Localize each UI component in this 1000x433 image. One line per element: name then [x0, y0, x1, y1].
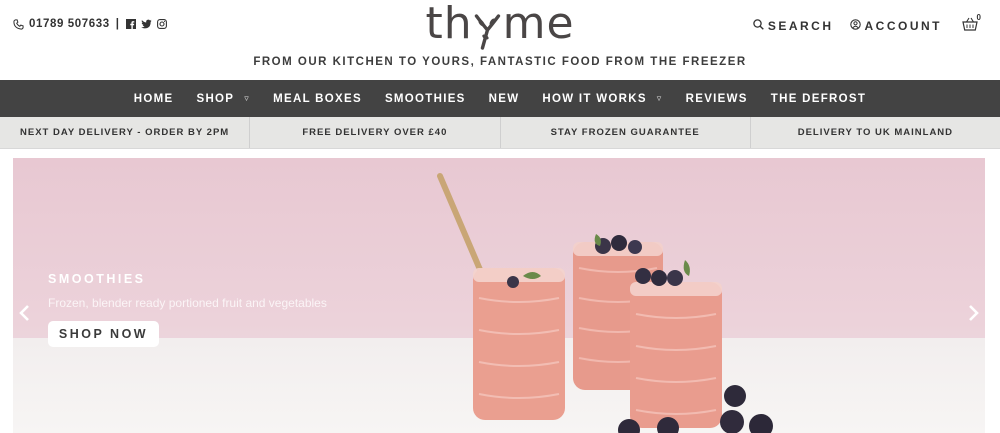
usp-bar: NEXT DAY DELIVERY - ORDER BY 2PM FREE DE… — [0, 117, 1000, 149]
phone-icon — [13, 18, 24, 30]
chevron-down-icon: ▿ — [656, 93, 663, 103]
search-icon — [753, 18, 764, 33]
carousel-prev-icon[interactable] — [18, 304, 32, 322]
main-navigation: HOME SHOP ▿ MEAL BOXES SMOOTHIES NEW HOW … — [0, 80, 1000, 117]
basket-button[interactable]: 0 — [962, 13, 981, 34]
hero-title: SMOOTHIES — [48, 272, 146, 286]
nav-home[interactable]: HOME — [134, 93, 174, 105]
site-header: 01789 507633 | th me FROM OUR KITCHEN TO … — [0, 0, 1000, 80]
logo-text-right: me — [502, 0, 575, 49]
hero-carousel: SMOOTHIES Frozen, blender ready portione… — [13, 158, 985, 433]
usp-next-day-delivery: NEXT DAY DELIVERY - ORDER BY 2PM — [0, 117, 251, 148]
nav-meal-boxes[interactable]: MEAL BOXES — [273, 93, 362, 105]
phone-number[interactable]: 01789 507633 — [29, 18, 110, 30]
nav-the-defrost[interactable]: THE DEFROST — [771, 93, 866, 105]
nav-label: SHOP — [196, 92, 235, 105]
usp-uk-mainland: DELIVERY TO UK MAINLAND — [797, 127, 954, 138]
account-icon — [849, 18, 861, 33]
search-label: SEARCH — [767, 18, 834, 33]
contact-bar: 01789 507633 | — [13, 18, 167, 30]
usp-stay-frozen: STAY FROZEN GUARANTEE — [501, 117, 751, 148]
carousel-next-icon[interactable] — [966, 304, 980, 322]
shop-now-button[interactable]: SHOP NOW — [48, 321, 159, 347]
hero-subtitle: Frozen, blender ready portioned fruit an… — [48, 296, 327, 310]
nav-label: REVIEWS — [685, 92, 748, 105]
tagline: FROM OUR KITCHEN TO YOURS, FANTASTIC FOO… — [253, 56, 747, 68]
nav-smoothies[interactable]: SMOOTHIES — [385, 93, 466, 105]
nav-shop[interactable]: SHOP ▿ — [196, 93, 250, 105]
search-link[interactable]: SEARCH — [753, 19, 834, 33]
account-label: ACCOUNT — [864, 18, 942, 33]
facebook-icon[interactable] — [125, 19, 136, 29]
separator: | — [115, 18, 120, 30]
nav-label: MEAL BOXES — [273, 92, 362, 105]
instagram-icon[interactable] — [156, 19, 167, 29]
nav-reviews[interactable]: REVIEWS — [686, 93, 748, 105]
site-logo[interactable]: th me — [425, 2, 574, 50]
nav-label: SMOOTHIES — [384, 92, 466, 105]
nav-label: NEW — [488, 92, 520, 105]
nav-label: HOME — [133, 92, 174, 105]
hero-caption: SMOOTHIES Frozen, blender ready portione… — [48, 272, 327, 310]
nav-new[interactable]: NEW — [489, 93, 520, 105]
account-link[interactable]: ACCOUNT — [849, 18, 943, 33]
thyme-sprig-icon — [473, 10, 503, 50]
basket-count: 0 — [976, 13, 981, 22]
utility-links: SEARCH ACCOUNT 0 — [753, 13, 981, 34]
twitter-icon[interactable] — [140, 19, 152, 29]
logo-text-left: th — [425, 0, 473, 49]
nav-label: THE DEFROST — [770, 92, 867, 105]
nav-how-it-works[interactable]: HOW IT WORKS ▿ — [542, 93, 662, 105]
nav-label: HOW IT WORKS — [542, 92, 647, 105]
chevron-down-icon: ▿ — [244, 93, 251, 103]
usp-free-delivery: FREE DELIVERY OVER £40 — [250, 117, 501, 148]
